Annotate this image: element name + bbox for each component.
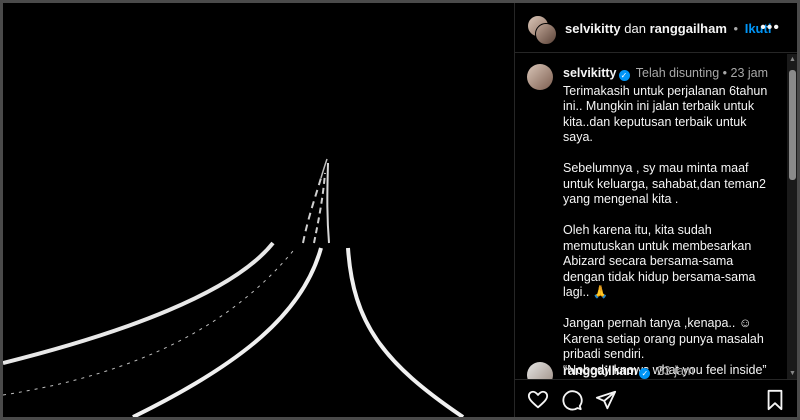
comment-item: ranggailham ✓ 23 jam — [527, 362, 777, 379]
heart-icon[interactable] — [527, 389, 549, 411]
comments-scrollbar[interactable]: ▲ ▼ — [787, 54, 798, 379]
caption-meta: selvikitty ✓ Telah disunting • 23 jam — [563, 66, 778, 82]
action-bar — [515, 379, 798, 417]
post-header: selvikitty dan ranggailham • Ikuti ••• — [515, 3, 798, 53]
avatar[interactable] — [527, 362, 553, 379]
scroll-down-icon[interactable]: ▼ — [789, 370, 796, 377]
collab-avatars[interactable] — [527, 15, 557, 45]
username-link[interactable]: selvikitty — [565, 21, 621, 36]
comment-icon[interactable] — [561, 389, 583, 411]
scrollbar-thumb[interactable] — [789, 70, 796, 180]
road-at-night-photo — [3, 3, 514, 417]
timestamp[interactable]: 23 jam — [657, 364, 695, 378]
avatar[interactable] — [527, 64, 553, 90]
separator-dot: • — [733, 21, 739, 36]
more-horizontal-icon[interactable]: ••• — [760, 19, 780, 37]
verified-badge-icon: ✓ — [639, 368, 651, 379]
share-icon[interactable] — [595, 389, 617, 411]
edited-label: Telah disunting — [635, 66, 720, 80]
username-link[interactable]: selvikitty — [563, 66, 617, 80]
caption: selvikitty ✓ Telah disunting • 23 jam Ter… — [563, 66, 778, 378]
post-image[interactable] — [3, 3, 514, 417]
caption-text: Terimakasih untuk perjalanan 6tahun ini.… — [563, 83, 768, 377]
collab-usernames: selvikitty dan ranggailham • Ikuti — [565, 21, 771, 36]
timestamp[interactable]: 23 jam — [731, 66, 769, 80]
bookmark-icon[interactable] — [765, 389, 785, 411]
username-link[interactable]: ranggailham — [650, 21, 727, 36]
comments-list[interactable]: selvikitty ✓ Telah disunting • 23 jam Ter… — [515, 54, 787, 379]
scroll-up-icon[interactable]: ▲ — [789, 56, 796, 63]
avatar — [535, 23, 557, 45]
verified-badge-icon: ✓ — [618, 70, 630, 81]
joiner-text: dan — [624, 21, 646, 36]
separator-dot: • — [722, 66, 728, 80]
comment-meta: ranggailham ✓ 23 jam — [563, 364, 694, 379]
username-link[interactable]: ranggailham — [563, 364, 637, 378]
post-side-panel: selvikitty dan ranggailham • Ikuti ••• s… — [514, 3, 798, 417]
